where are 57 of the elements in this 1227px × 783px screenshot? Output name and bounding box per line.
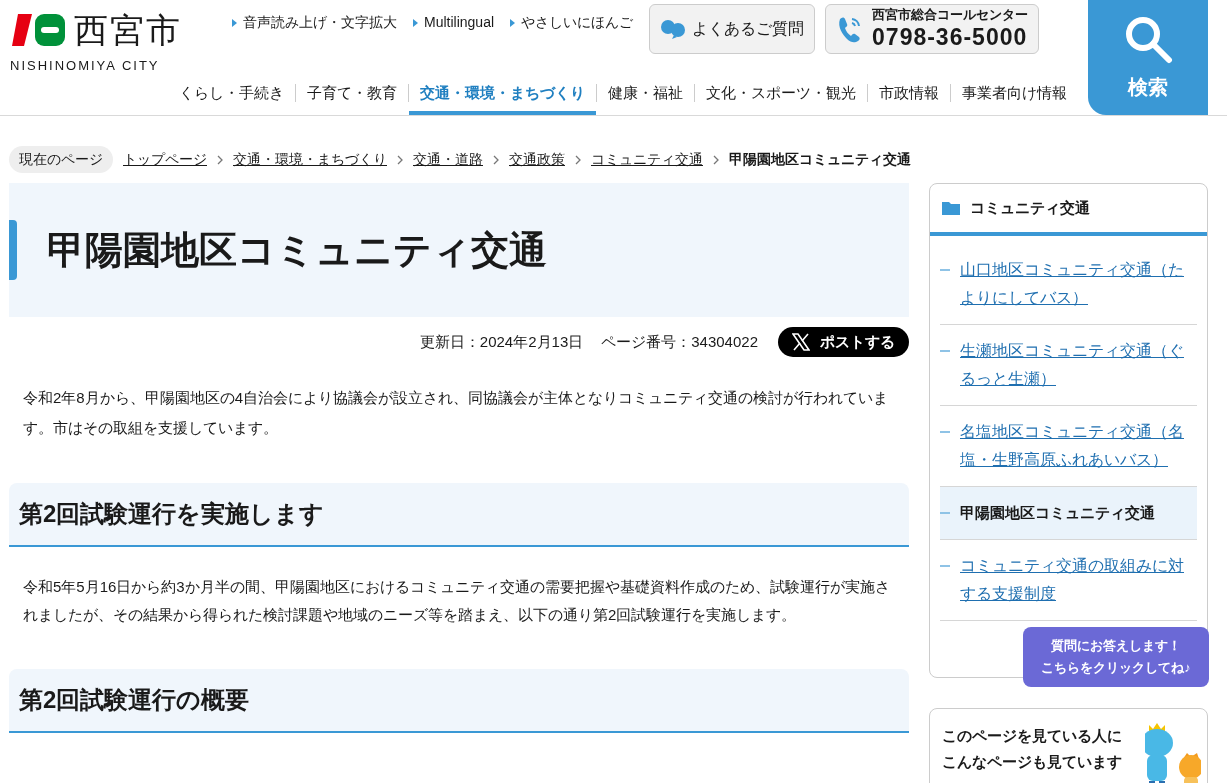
x-logo-icon [792,333,810,351]
page-title: 甲陽園地区コミュニティ交通 [47,227,547,273]
nav-tab[interactable]: 子育て・教育 [296,71,408,115]
folder-icon [942,201,960,215]
dash-icon [940,269,950,271]
nav-tab[interactable]: 健康・福祉 [597,71,694,115]
updated-date: 更新日：2024年2月13日 [419,331,584,352]
breadcrumb-link[interactable]: トップページ [123,149,207,170]
city-logo-icon [10,12,66,48]
utility-link[interactable]: やさしいにほんご [510,12,634,33]
nav-tab[interactable]: 文化・スポーツ・観光 [695,71,867,115]
qa-icon [660,19,687,39]
chat-bubble-button[interactable]: 質問にお答えします！ こちらをクリックしてね♪ [1023,627,1209,687]
sidebar-link[interactable]: コミュニティ交通の取組みに対する支援制度 [960,552,1197,608]
faq-button[interactable]: よくあるご質問 [649,4,816,54]
triangle-icon [232,18,237,27]
related-heading: このページを見ている人にこんなページも見ています [941,726,1123,772]
call-center-button[interactable]: 西宮市総合コールセンター 0798-36-5000 [825,4,1040,54]
sidebar-link[interactable]: 名塩地区コミュニティ交通（名塩・生野高原ふれあいバス） [960,418,1197,474]
breadcrumb-link[interactable]: 交通・道路 [413,149,483,170]
nav-tab[interactable]: 事業者向け情報 [951,71,1078,115]
section-paragraph: 令和5年5月16日から約3か月半の間、甲陽園地区におけるコミュニティ交通の需要把握や基礎資料作成のため、試験運行が実施されましたが、その結果から得られた検討課題や地域のニーズ等を踏まえ、以下の通り第2回試験運行を実施します。 [22,577,891,625]
breadcrumb-link[interactable]: コミュニティ交通 [591,149,703,170]
city-name: 西宮市 [74,13,182,47]
breadcrumb-link[interactable]: 交通・環境・まちづくり [233,149,387,170]
chevron-icon [217,154,223,165]
mascot-drawing [1145,721,1201,783]
utility-link[interactable]: Multilingual [413,12,495,33]
phone-icon [836,15,863,43]
chevron-icon [493,154,499,165]
sidebar-current-item: 甲陽園地区コミュニティ交通 [960,503,1155,523]
chevron-icon [575,154,581,165]
sidebar-heading: コミュニティ交通 [970,197,1090,218]
triangle-icon [413,18,418,27]
dash-icon [940,512,950,514]
dash-icon [940,431,950,433]
chevron-icon [713,154,719,165]
section-heading: 第2回試験運行の概要 [9,669,909,733]
nav-tab[interactable]: 交通・環境・まちづくり [409,71,596,115]
breadcrumb-label: 現在のページ [9,146,113,173]
triangle-icon [510,18,516,27]
dash-icon [940,350,950,352]
post-button[interactable]: ポストする [778,327,909,357]
sidebar-link[interactable]: 生瀬地区コミュニティ交通（ぐるっと生瀬） [960,337,1197,393]
breadcrumb-current: 甲陽園地区コミュニティ交通 [729,150,911,169]
utility-link[interactable]: 音声読み上げ・文字拡大 [232,12,397,33]
city-name-latin: NISHINOMIYA CITY [10,57,160,75]
breadcrumb-link[interactable]: 交通政策 [509,149,565,170]
page-number: ページ番号：34304022 [601,331,758,352]
nav-tab[interactable]: くらし・手続き [168,71,295,115]
dash-icon [940,565,950,567]
chevron-icon [397,154,403,165]
nav-tab[interactable]: 市政情報 [868,71,950,115]
sidebar-link[interactable]: 山口地区コミュニティ交通（たよりにしてバス） [960,256,1197,312]
intro-paragraph: 令和2年8月から、甲陽園地区の4自治会により協議会が設立され、同協議会が主体となりコミュニティ交通の検討が行われています。市はその取組を支援しています。 [22,388,890,438]
title-accent-bar [9,220,17,280]
section-heading: 第2回試験運行を実施します [9,483,909,547]
